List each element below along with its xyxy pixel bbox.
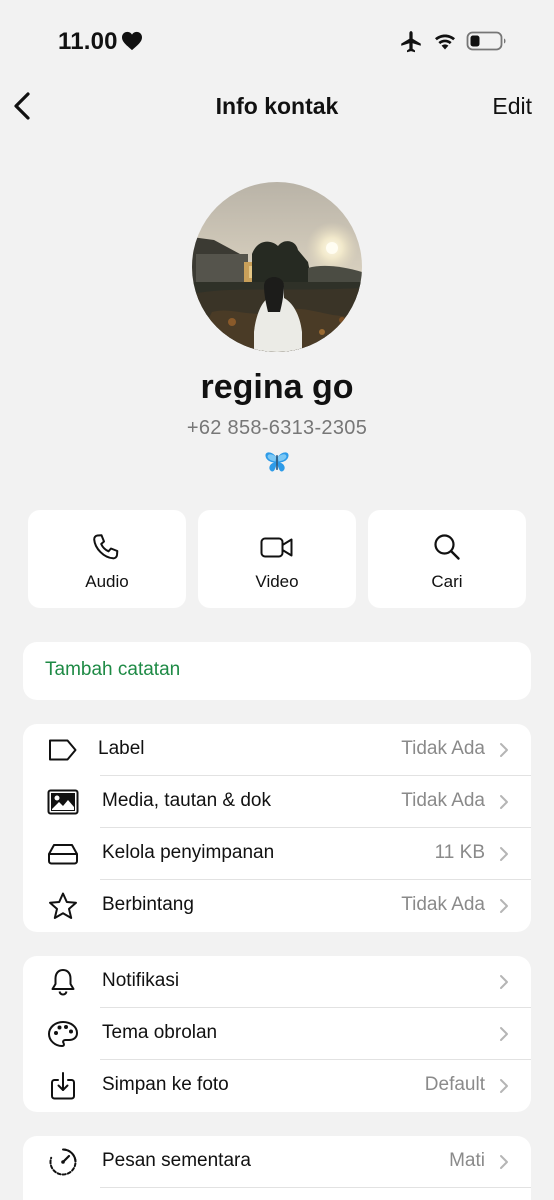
list-item-storage[interactable]: Kelola penyimpanan 11 KB [23, 828, 531, 880]
star-icon [49, 892, 77, 919]
action-buttons: Audio Video Cari [28, 510, 526, 608]
audio-call-button[interactable]: Audio [28, 510, 186, 608]
add-note-button[interactable]: Tambah catatan [23, 642, 531, 700]
privacy-list: Pesan sementara Mati [23, 1136, 531, 1200]
edit-button[interactable]: Edit [492, 93, 532, 120]
list-item-disappearing-messages[interactable]: Pesan sementara Mati [23, 1136, 531, 1188]
row-value: Tidak Ada [401, 894, 485, 915]
chevron-right-icon [500, 1079, 508, 1093]
palette-icon [48, 1021, 78, 1047]
chevron-right-icon [500, 1155, 508, 1169]
timer-icon [49, 1148, 77, 1176]
row-label: Berbintang [102, 894, 194, 915]
chevron-right-icon [500, 847, 508, 861]
contact-details-list: Label Tidak Ada Media, tautan & dok Tida… [23, 724, 531, 932]
chevron-right-icon [500, 899, 508, 913]
row-value: 11 KB [434, 842, 485, 863]
status-bar: 11.00 [0, 0, 554, 80]
wifi-icon [435, 34, 455, 50]
status-time: 11.00 [58, 28, 118, 55]
chevron-right-icon [500, 975, 508, 989]
butterfly-icon [265, 452, 289, 472]
row-value: Mati [449, 1150, 485, 1171]
list-item-chat-theme[interactable]: Tema obrolan [23, 1008, 531, 1060]
list-item-label[interactable]: Label Tidak Ada [23, 724, 531, 776]
video-call-button[interactable]: Video [198, 510, 356, 608]
divider [100, 1187, 531, 1188]
row-label: Notifikasi [102, 970, 180, 991]
nav-bar: Info kontak Edit [0, 80, 554, 136]
storage-drive-icon [48, 844, 78, 865]
row-label: Tema obrolan [102, 1022, 218, 1043]
list-item-starred[interactable]: Berbintang Tidak Ada [23, 880, 531, 932]
row-label: Simpan ke foto [102, 1074, 229, 1095]
list-item-notifications[interactable]: Notifikasi [23, 956, 531, 1008]
page-title: Info kontak [215, 93, 339, 119]
list-item-save-to-photos[interactable]: Simpan ke foto Default [23, 1060, 531, 1112]
row-value: Tidak Ada [401, 738, 485, 759]
bell-icon [51, 969, 75, 996]
airplane-icon [401, 31, 421, 53]
row-label: Pesan sementara [102, 1150, 251, 1171]
row-value: Tidak Ada [401, 790, 485, 811]
video-camera-icon [260, 537, 293, 558]
search-icon [434, 534, 460, 560]
contact-phone: +62 858-6313-2305 [186, 417, 368, 439]
row-value: Default [424, 1074, 485, 1095]
label-tag-icon [49, 739, 77, 761]
chevron-right-icon [500, 743, 508, 757]
avatar[interactable] [192, 182, 362, 352]
row-label: Media, tautan & dok [102, 790, 271, 811]
image-icon [47, 789, 79, 815]
heart-icon [122, 31, 142, 51]
video-label: Video [255, 572, 299, 591]
avatar-photo [192, 182, 362, 352]
phone-icon [93, 534, 119, 560]
add-note-label: Tambah catatan [45, 659, 181, 680]
search-button[interactable]: Cari [368, 510, 526, 608]
chat-settings-list: Notifikasi Tema obrolan Simpan ke foto D… [23, 956, 531, 1112]
search-label: Cari [431, 572, 463, 591]
audio-label: Audio [85, 572, 129, 591]
battery-icon [466, 31, 506, 51]
chevron-right-icon [500, 1027, 508, 1041]
contact-name: regina go [200, 368, 354, 406]
chevron-right-icon [500, 795, 508, 809]
save-download-icon [51, 1072, 75, 1100]
row-label: Label [98, 738, 145, 759]
list-item-media[interactable]: Media, tautan & dok Tidak Ada [23, 776, 531, 828]
row-label: Kelola penyimpanan [102, 842, 275, 863]
